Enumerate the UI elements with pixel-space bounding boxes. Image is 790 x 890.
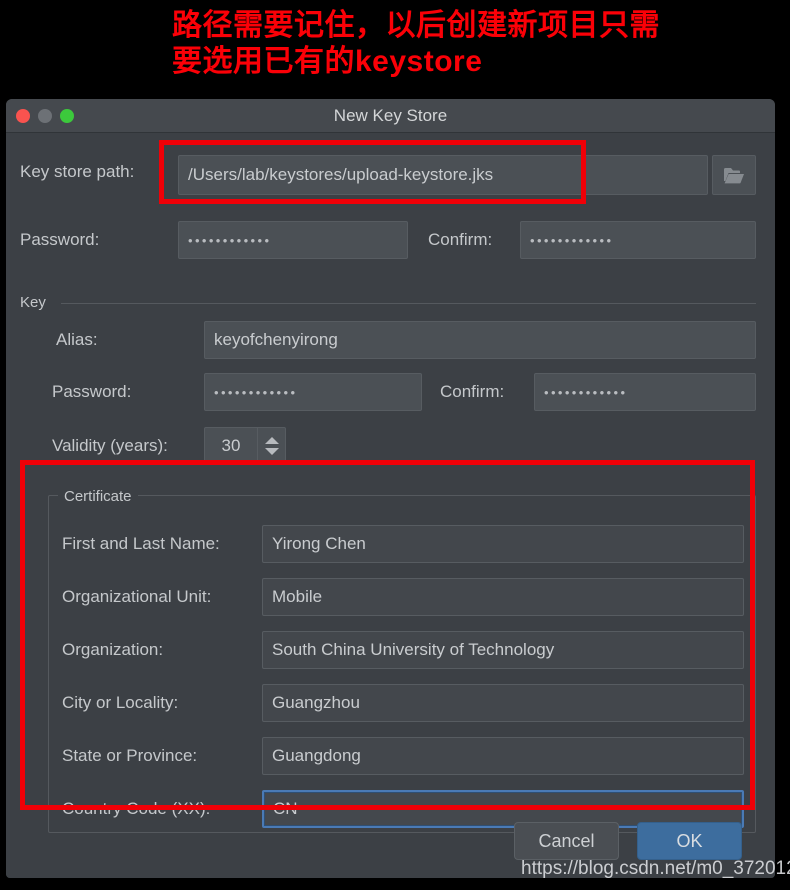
watermark: https://blog.csdn.net/m0_37201243 — [521, 858, 790, 879]
cert-label-organization: Organization: — [62, 640, 164, 659]
cert-row-city-locality: City or Locality: Guangzhou — [6, 684, 775, 722]
keystore-password-value: •••••••••••• — [188, 232, 272, 248]
chevron-up-icon[interactable] — [264, 437, 279, 444]
new-key-store-dialog: New Key Store Key store path: /Users/lab… — [6, 99, 775, 878]
cert-label-first-last-name: First and Last Name: — [62, 534, 220, 553]
keystore-password-input[interactable]: •••••••••••• — [178, 221, 408, 259]
keystore-password-row: Password: •••••••••••• Confirm: ••••••••… — [6, 221, 775, 261]
cert-label-city-locality: City or Locality: — [62, 693, 179, 712]
certificate-group-label: Certificate — [58, 488, 138, 505]
screenshot-root: 路径需要记住，以后创建新项目只需 要选用已有的keystore New Key … — [0, 0, 790, 890]
keystore-confirm-value: •••••••••••• — [530, 232, 614, 248]
cert-row-state-province: State or Province: Guangdong — [6, 737, 775, 775]
key-password-value: •••••••••••• — [214, 384, 298, 400]
cert-row-organization: Organization: South China University of … — [6, 631, 775, 669]
key-confirm-value: •••••••••••• — [544, 384, 628, 400]
cancel-button[interactable]: Cancel — [514, 822, 619, 860]
cert-label-organizational-unit: Organizational Unit: — [62, 587, 212, 606]
dialog-title: New Key Store — [333, 105, 448, 125]
keystore-confirm-label: Confirm: — [428, 230, 493, 249]
key-validity-row: Validity (years): 30 — [6, 427, 775, 467]
cert-input-organizational-unit[interactable]: Mobile — [262, 578, 744, 616]
key-confirm-input[interactable]: •••••••••••• — [534, 373, 756, 411]
cert-label-state-province: State or Province: — [62, 746, 198, 765]
browse-button[interactable] — [712, 155, 756, 195]
stepper-buttons[interactable] — [257, 428, 285, 464]
title-bar: New Key Store — [6, 99, 775, 133]
key-confirm-label: Confirm: — [440, 382, 505, 401]
key-validity-label: Validity (years): — [52, 436, 168, 455]
key-group-separator — [61, 303, 756, 304]
key-alias-row: Alias: keyofchenyirong — [6, 321, 775, 361]
cert-input-first-last-name[interactable]: Yirong Chen — [262, 525, 744, 563]
key-group-label: Key — [20, 294, 54, 311]
key-password-input[interactable]: •••••••••••• — [204, 373, 422, 411]
cert-input-city-locality[interactable]: Guangzhou — [262, 684, 744, 722]
key-validity-value[interactable]: 30 — [205, 428, 257, 464]
folder-icon — [724, 167, 744, 183]
ok-button[interactable]: OK — [637, 822, 742, 860]
key-password-row: Password: •••••••••••• Confirm: ••••••••… — [6, 373, 775, 413]
keystore-path-row: Key store path: /Users/lab/keystores/upl… — [6, 151, 775, 197]
cert-input-state-province[interactable]: Guangdong — [262, 737, 744, 775]
cert-row-organizational-unit: Organizational Unit: Mobile — [6, 578, 775, 616]
keystore-password-label: Password: — [20, 230, 100, 249]
key-alias-input[interactable]: keyofchenyirong — [204, 321, 756, 359]
chevron-down-icon[interactable] — [264, 448, 279, 455]
cert-row-first-last-name: First and Last Name: Yirong Chen — [6, 525, 775, 563]
annotation-note: 路径需要记住，以后创建新项目只需 要选用已有的keystore — [172, 9, 660, 78]
dialog-body: Key store path: /Users/lab/keystores/upl… — [6, 133, 775, 878]
keystore-path-label: Key store path: — [20, 162, 135, 181]
cert-input-organization[interactable]: South China University of Technology — [262, 631, 744, 669]
keystore-confirm-input[interactable]: •••••••••••• — [520, 221, 756, 259]
key-password-label: Password: — [52, 382, 132, 401]
keystore-path-input[interactable]: /Users/lab/keystores/upload-keystore.jks — [178, 155, 708, 195]
key-validity-stepper[interactable]: 30 — [204, 427, 286, 465]
key-alias-label: Alias: — [56, 330, 98, 349]
